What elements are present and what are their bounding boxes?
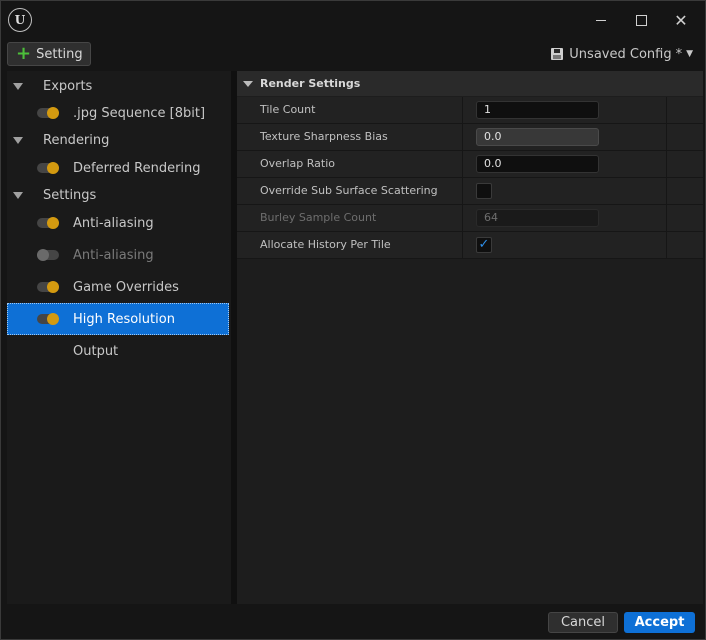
tree-item-label: Game Overrides — [73, 280, 179, 295]
property-label: Texture Sharpness Bias — [260, 130, 388, 143]
checkmark-icon: ✓ — [478, 237, 490, 252]
property-row-allocate-history: Allocate History Per Tile ✓ — [237, 232, 703, 259]
plus-icon: + — [16, 43, 32, 64]
tree-item-label: Deferred Rendering — [73, 161, 201, 176]
property-label: Tile Count — [260, 103, 316, 116]
tree-item-anti-aliasing[interactable]: Anti-aliasing — [7, 208, 229, 239]
expand-arrow-icon[interactable] — [13, 83, 23, 90]
tree-item-label: Anti-aliasing — [73, 216, 154, 231]
config-modified-marker: * — [675, 46, 683, 62]
property-label: Allocate History Per Tile — [260, 238, 391, 251]
enable-toggle[interactable] — [37, 281, 59, 293]
movie-render-settings-window: U ✕ + Setting Unsaved Config * ▼ Exports… — [0, 0, 706, 640]
tree-item-label: High Resolution — [73, 311, 175, 327]
minimize-button[interactable] — [587, 9, 615, 31]
add-setting-button[interactable]: + Setting — [7, 42, 91, 66]
enable-toggle[interactable] — [37, 217, 59, 229]
add-setting-label: Setting — [36, 46, 83, 62]
settings-tree: Exports .jpg Sequence [8bit] Rendering D… — [7, 71, 231, 604]
tree-category-settings[interactable]: Settings — [7, 180, 229, 211]
cancel-button[interactable]: Cancel — [548, 612, 618, 633]
property-label: Burley Sample Count — [260, 211, 377, 224]
section-title: Render Settings — [260, 77, 361, 90]
property-row-overlap-ratio: Overlap Ratio 0.0 — [237, 151, 703, 178]
close-button[interactable]: ✕ — [667, 9, 695, 31]
dialog-footer: Cancel Accept — [1, 605, 705, 639]
title-bar: U ✕ — [1, 1, 705, 39]
property-row-tile-count: Tile Count 1 — [237, 97, 703, 124]
texture-sharpness-bias-input[interactable]: 0.0 — [476, 128, 599, 146]
tree-item-game-overrides[interactable]: Game Overrides — [7, 272, 229, 303]
enable-toggle[interactable] — [37, 249, 59, 261]
allocate-history-checkbox[interactable]: ✓ — [476, 237, 492, 253]
property-row-texture-sharpness-bias: Texture Sharpness Bias 0.0 — [237, 124, 703, 151]
tree-item-label: .jpg Sequence [8bit] — [73, 106, 206, 121]
tree-item-label: Output — [73, 344, 119, 359]
tree-category-label: Rendering — [43, 133, 110, 148]
expand-arrow-icon[interactable] — [13, 137, 23, 144]
expand-arrow-icon[interactable] — [13, 192, 23, 199]
config-name: Unsaved Config — [569, 46, 672, 62]
collapse-arrow-icon — [243, 80, 253, 87]
minimize-icon — [596, 19, 606, 21]
unreal-logo-icon: U — [8, 8, 32, 32]
tree-item-anti-aliasing-disabled[interactable]: Anti-aliasing — [7, 240, 229, 271]
tile-count-input[interactable]: 1 — [476, 101, 599, 119]
close-icon: ✕ — [674, 10, 688, 30]
property-label: Overlap Ratio — [260, 157, 335, 170]
override-sss-checkbox[interactable] — [476, 183, 492, 199]
overlap-ratio-input[interactable]: 0.0 — [476, 155, 599, 173]
property-row-burley-sample-count: Burley Sample Count 64 — [237, 205, 703, 232]
tree-category-rendering[interactable]: Rendering — [7, 125, 229, 156]
toolbar: + Setting Unsaved Config * ▼ — [1, 39, 705, 69]
tree-item-output[interactable]: Output — [7, 336, 229, 367]
tree-category-label: Settings — [43, 188, 97, 203]
details-panel: Render Settings Tile Count 1 Texture Sha… — [237, 71, 703, 604]
accept-button[interactable]: Accept — [624, 612, 695, 633]
property-row-override-sss: Override Sub Surface Scattering — [237, 178, 703, 205]
maximize-icon — [635, 14, 647, 26]
tree-category-label: Exports — [43, 79, 93, 94]
property-label: Override Sub Surface Scattering — [260, 184, 438, 197]
maximize-button[interactable] — [627, 9, 655, 31]
enable-toggle[interactable] — [37, 313, 59, 325]
save-icon — [551, 48, 564, 60]
enable-toggle[interactable] — [37, 107, 59, 119]
config-preset-dropdown[interactable]: Unsaved Config * ▼ — [551, 44, 693, 64]
tree-item-high-resolution[interactable]: High Resolution — [7, 303, 229, 335]
burley-sample-count-input[interactable]: 64 — [476, 209, 599, 227]
chevron-down-icon: ▼ — [686, 49, 693, 59]
tree-item-label: Anti-aliasing — [73, 248, 154, 263]
enable-toggle[interactable] — [37, 162, 59, 174]
section-header-render-settings[interactable]: Render Settings — [237, 71, 703, 96]
